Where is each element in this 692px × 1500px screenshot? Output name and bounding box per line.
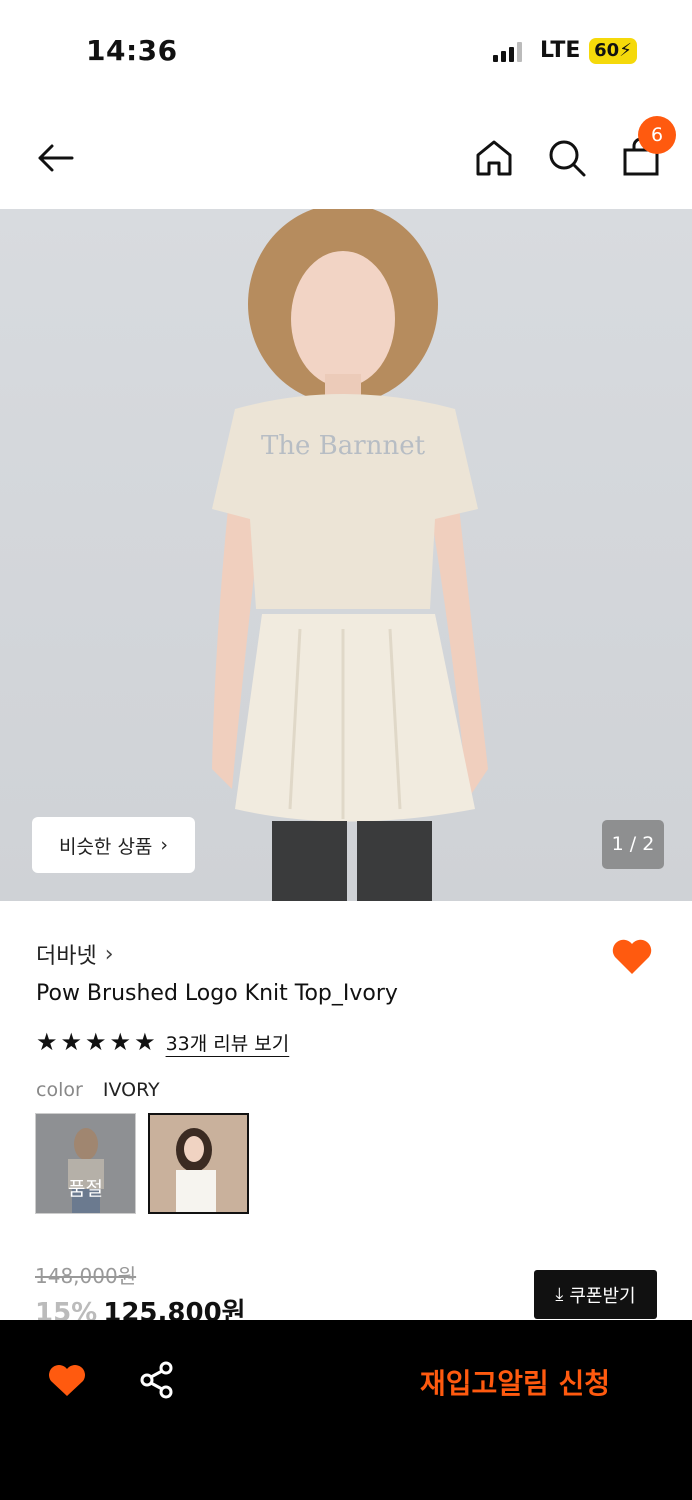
download-icon: ⤓ [555, 1284, 564, 1305]
coupon-label: 쿠폰받기 [569, 1285, 636, 1307]
restock-alert-button[interactable]: 재입고알림 신청 [420, 1362, 610, 1402]
image-pager: 1 / 2 [602, 820, 664, 869]
coupon-button[interactable]: ⤓ 쿠폰받기 [534, 1270, 657, 1319]
color-swatch-selected[interactable] [148, 1113, 249, 1214]
network-type: LTE [540, 38, 581, 63]
chevron-right-icon: › [160, 834, 169, 856]
brand-name: 더바넷 [36, 944, 97, 969]
soldout-label: 품절 [68, 1178, 103, 1200]
battery-level: 60 [594, 40, 620, 61]
similar-products-button[interactable]: 비슷한 상품 › [32, 817, 195, 873]
battery-icon: 60⚡ [589, 38, 637, 64]
original-price: 148,000원 [35, 1264, 137, 1288]
bottom-action-bar: 재입고알림 신청 [0, 1320, 692, 1500]
brand-link[interactable]: 더바넷 › [36, 938, 114, 970]
back-arrow-icon[interactable] [34, 136, 78, 180]
wishlist-heart-icon[interactable] [610, 936, 654, 976]
status-time: 14:36 [86, 34, 178, 67]
review-link[interactable]: 33개 리뷰 보기 [166, 1029, 290, 1056]
wishlist-heart-icon[interactable] [47, 1362, 87, 1398]
product-name: Pow Brushed Logo Knit Top_Ivory [36, 981, 398, 1006]
star-icon: ★ [60, 1028, 83, 1056]
color-swatch-soldout[interactable]: 품절 [35, 1113, 136, 1214]
swatch-thumbnail [150, 1115, 247, 1212]
star-icon: ★ [36, 1028, 58, 1056]
search-icon[interactable] [545, 136, 589, 180]
home-icon[interactable] [472, 136, 516, 180]
similar-products-label: 비슷한 상품 [58, 835, 153, 858]
share-icon[interactable] [138, 1360, 176, 1400]
color-label: color [36, 1079, 83, 1101]
svg-text:The Barnnet: The Barnnet [261, 431, 426, 461]
rating-stars: ★ ★ ★ ★ ★ [36, 1028, 156, 1056]
color-value: IVORY [102, 1079, 160, 1101]
star-icon: ★ [109, 1028, 132, 1056]
chevron-right-icon: › [104, 941, 114, 967]
rating-row: ★ ★ ★ ★ ★ 33개 리뷰 보기 [36, 1028, 289, 1056]
signal-icon [493, 42, 523, 62]
star-icon: ★ [85, 1028, 107, 1056]
color-row: color IVORY [36, 1079, 160, 1101]
top-nav [0, 120, 692, 200]
product-image[interactable]: The Barnnet 비슷한 상품 › 1 / 2 [0, 209, 692, 901]
star-icon: ★ [134, 1028, 156, 1056]
model-photo: The Barnnet [212, 209, 488, 901]
status-bar: 14:36 LTE 60⚡ [0, 0, 692, 100]
cart-count-badge: 6 [638, 116, 676, 154]
